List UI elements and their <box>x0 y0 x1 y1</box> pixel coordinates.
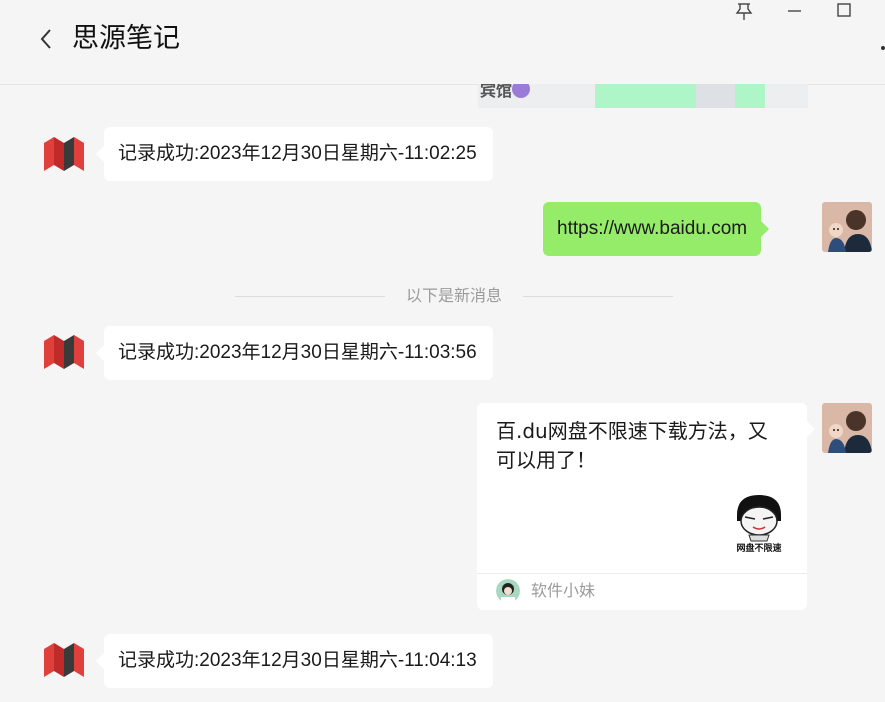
user-avatar-image <box>822 403 872 453</box>
chat-window: 思源笔记 宾馆 记录成功:2023年12月30日星期六-11:02:25 htt… <box>0 0 885 702</box>
siyuan-logo-avatar[interactable] <box>44 137 84 171</box>
pin-button[interactable] <box>724 0 764 24</box>
map-road <box>696 84 735 108</box>
card-title: 百.du网盘不限速下载方法，又可以用了！ <box>496 419 768 472</box>
message-bubble-incoming[interactable]: 记录成功:2023年12月30日星期六-11:03:56 <box>96 326 493 380</box>
title-bar: 思源笔记 <box>0 0 885 85</box>
card-thumbnail: 网盘不限速 <box>731 491 787 553</box>
card-source-name: 软件小妹 <box>531 581 596 600</box>
user-avatar[interactable] <box>822 403 872 453</box>
message-bubble-incoming[interactable]: 记录成功:2023年12月30日星期六-11:02:25 <box>96 127 493 181</box>
source-avatar-icon <box>496 579 520 603</box>
siyuan-logo-avatar[interactable] <box>44 643 84 677</box>
minimize-button[interactable] <box>774 0 814 24</box>
divider-line-right <box>523 296 673 297</box>
map-park-area <box>595 84 696 108</box>
map-preview[interactable]: 宾馆 <box>478 84 808 108</box>
new-messages-divider: 以下是新消息 <box>405 286 502 305</box>
back-button[interactable] <box>34 26 60 52</box>
message-bubble-incoming[interactable]: 记录成功:2023年12月30日星期六-11:04:13 <box>96 634 493 688</box>
card-separator <box>477 573 807 574</box>
siyuan-logo-avatar[interactable] <box>44 335 84 369</box>
chat-title: 思源笔记 <box>72 23 180 54</box>
divider-line-left <box>235 296 385 297</box>
map-park-area <box>735 84 765 108</box>
more-icon[interactable] <box>881 46 885 50</box>
message-bubble-outgoing[interactable]: https://www.baidu.com <box>543 202 770 256</box>
map-poi-icon <box>512 84 530 98</box>
maximize-button[interactable] <box>824 0 864 24</box>
chevron-left-icon <box>40 29 51 49</box>
minimize-icon <box>788 10 801 12</box>
card-thumbnail-caption: 网盘不限速 <box>736 542 781 553</box>
user-avatar[interactable] <box>822 202 872 252</box>
maximize-icon <box>837 3 851 17</box>
user-avatar-image <box>822 202 872 252</box>
article-card[interactable]: 百.du网盘不限速下载方法，又可以用了！ 网盘不限速 软件小妹 <box>477 403 815 610</box>
map-label: 宾馆 <box>480 84 513 100</box>
pin-icon <box>735 3 753 20</box>
